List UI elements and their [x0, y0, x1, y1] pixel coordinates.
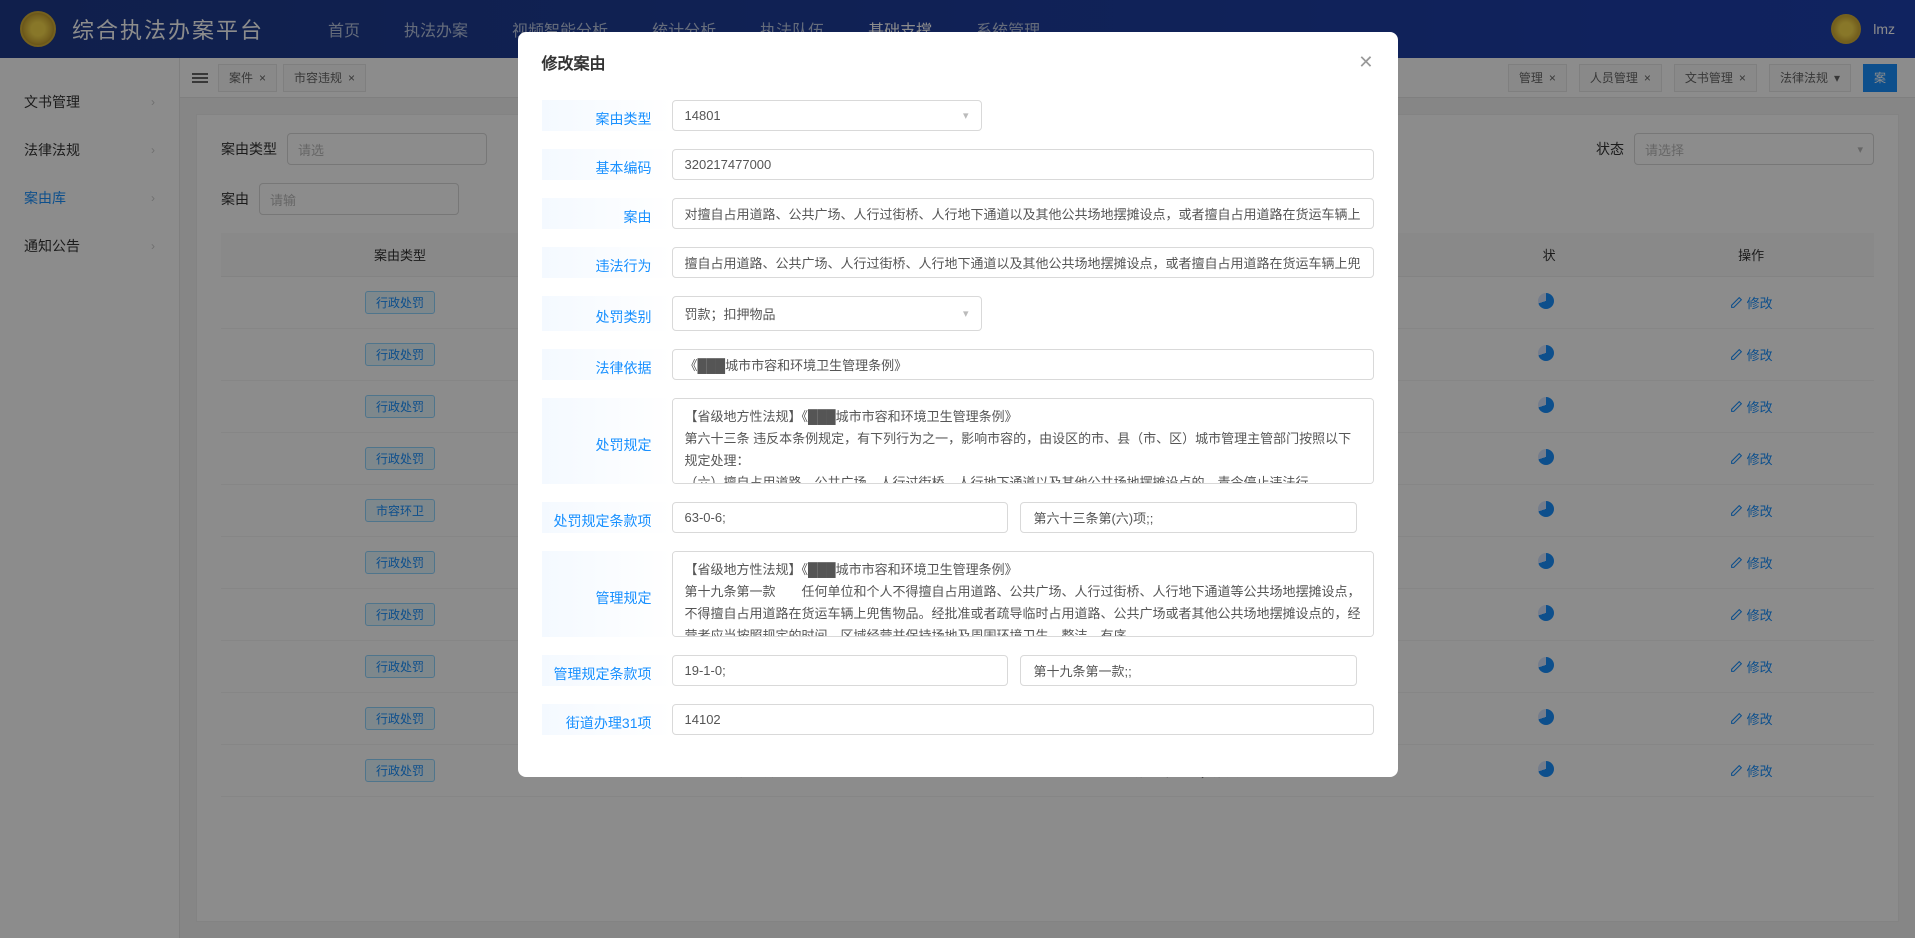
field-cause-label: 案由 [542, 198, 672, 229]
field-punishrule-textarea[interactable] [672, 398, 1374, 484]
field-type-label: 案由类型 [542, 100, 672, 131]
field-mgmtclause-input-2[interactable] [1020, 655, 1357, 686]
field-illegal-input[interactable] [672, 247, 1374, 278]
field-mgmtrule-textarea[interactable] [672, 551, 1374, 637]
field-code-label: 基本编码 [542, 149, 672, 180]
field-lawbasis-label: 法律依据 [542, 349, 672, 380]
field-street31-select[interactable]: 14102 [672, 704, 1374, 735]
field-lawbasis-input[interactable] [672, 349, 1374, 380]
field-mgmtclause-label: 管理规定条款项 [542, 655, 672, 686]
field-cause-input[interactable] [672, 198, 1374, 229]
edit-cause-modal: 修改案由 ✕ 案由类型 14801 ▾ 基本编码 案由 [518, 32, 1398, 777]
field-mgmtclause-input-1[interactable] [672, 655, 1009, 686]
field-mgmtrule-label: 管理规定 [542, 551, 672, 637]
chevron-down-icon: ▾ [963, 307, 969, 320]
field-punishrule-label: 处罚规定 [542, 398, 672, 484]
modal-mask: 修改案由 ✕ 案由类型 14801 ▾ 基本编码 案由 [0, 0, 1915, 938]
field-type-select[interactable]: 14801 ▾ [672, 100, 982, 131]
field-punishclause-input-2[interactable] [1020, 502, 1357, 533]
field-punishtype-select[interactable]: 罚款；扣押物品 ▾ [672, 296, 982, 331]
field-code-input[interactable] [672, 149, 1374, 180]
modal-title: 修改案由 [542, 50, 606, 74]
field-street31-label: 街道办理31项 [542, 704, 672, 735]
modal-body: 案由类型 14801 ▾ 基本编码 案由 [518, 92, 1398, 777]
field-punishclause-label: 处罚规定条款项 [542, 502, 672, 533]
chevron-down-icon: ▾ [963, 109, 969, 122]
field-illegal-label: 违法行为 [542, 247, 672, 278]
field-punishclause-input-1[interactable] [672, 502, 1009, 533]
field-punishtype-label: 处罚类别 [542, 296, 672, 331]
modal-close-icon[interactable]: ✕ [1358, 52, 1373, 73]
